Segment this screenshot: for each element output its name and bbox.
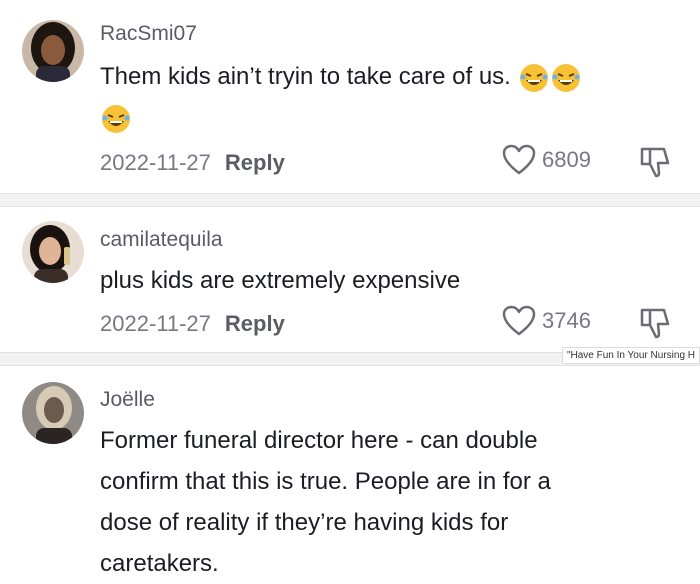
- comment-username[interactable]: camilatequila: [100, 228, 223, 252]
- like-button[interactable]: 3746: [502, 305, 591, 337]
- dislike-button[interactable]: [638, 306, 672, 340]
- comment-item: Joëlle Former funeral director here - ca…: [0, 366, 700, 581]
- dislike-button[interactable]: [638, 145, 672, 179]
- laughing-emoji-icon: [550, 62, 582, 94]
- comment-text: Former funeral director here - can doubl…: [100, 427, 551, 577]
- comment-text: plus kids are extremely expensive: [100, 267, 461, 294]
- thumbs-down-icon: [640, 147, 670, 178]
- avatar-photo-icon: [22, 221, 84, 283]
- comment-divider: [0, 193, 700, 207]
- comment-meta: 2022-11-27 Reply: [100, 150, 285, 176]
- laughing-emoji-icon: [518, 62, 550, 94]
- avatar[interactable]: [22, 382, 84, 444]
- heart-icon: [502, 305, 536, 336]
- comment-date: 2022-11-27: [100, 311, 211, 336]
- like-button[interactable]: 6809: [502, 144, 591, 176]
- heart-icon: [502, 144, 536, 175]
- reply-button[interactable]: Reply: [225, 311, 285, 336]
- avatar[interactable]: [22, 20, 84, 82]
- avatar-photo-icon: [22, 382, 84, 444]
- laughing-emoji-icon: [100, 103, 132, 135]
- comment-item: camilatequila plus kids are extremely ex…: [0, 207, 700, 351]
- comment-text: Them kids ain’t tryin to take care of us…: [100, 56, 690, 138]
- comment-item: RacSmi07 Them kids ain’t tryin to take c…: [0, 0, 700, 192]
- reply-button[interactable]: Reply: [225, 150, 285, 175]
- like-count: 3746: [542, 308, 591, 333]
- watermark: "Have Fun In Your Nursing H: [561, 347, 700, 364]
- like-count: 6809: [542, 147, 591, 172]
- thumbs-down-icon: [640, 308, 670, 339]
- comment-username[interactable]: RacSmi07: [100, 22, 197, 46]
- avatar[interactable]: [22, 221, 84, 283]
- avatar-photo-icon: [22, 20, 84, 82]
- comment-date: 2022-11-27: [100, 150, 211, 175]
- comment-meta: 2022-11-27 Reply: [100, 311, 285, 337]
- comment-username[interactable]: Joëlle: [100, 388, 155, 412]
